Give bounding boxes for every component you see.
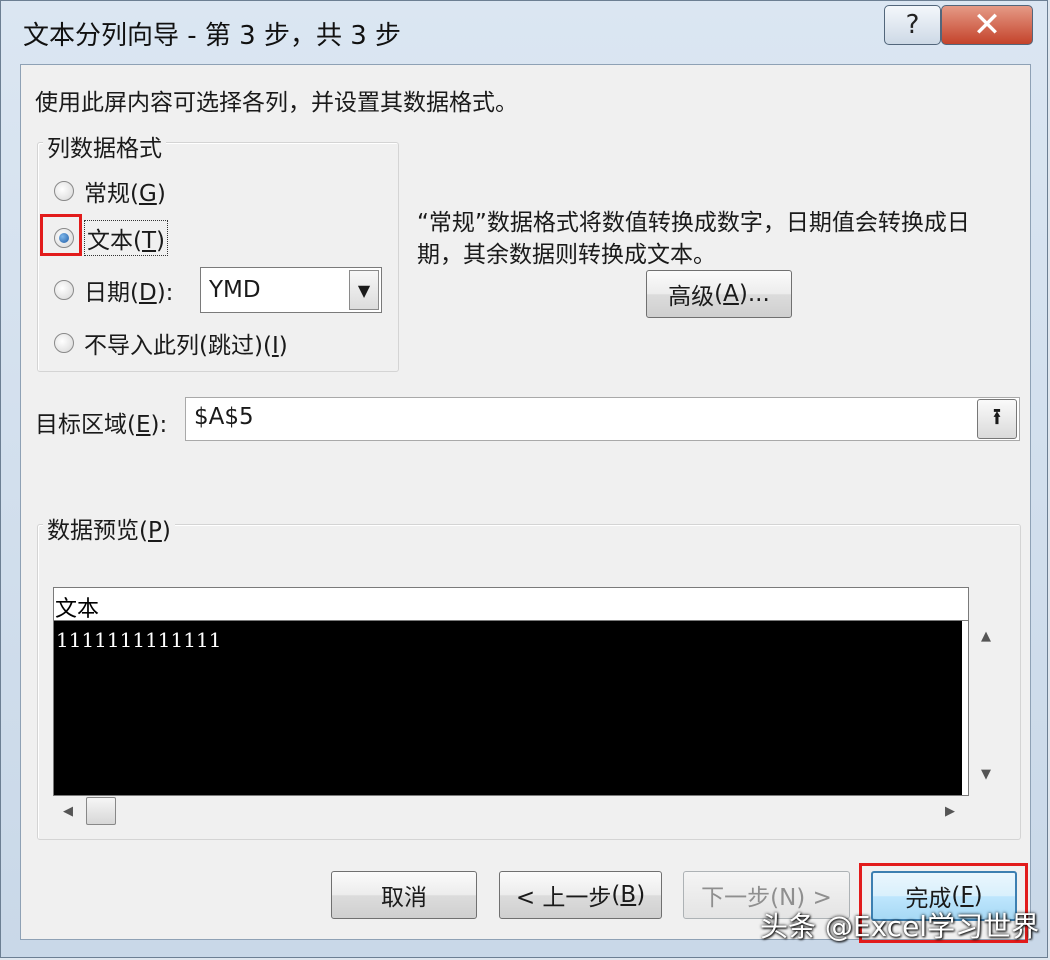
radio-skip-mnemonic: I xyxy=(271,333,279,359)
text-option-highlight xyxy=(40,214,82,256)
preview-column-header[interactable]: 文本 xyxy=(54,588,968,622)
close-icon: ✕ xyxy=(972,5,1002,45)
radio-date-label: 日期 xyxy=(84,280,130,306)
back-button[interactable]: < 上一步(B) xyxy=(499,871,662,919)
format-description-line1: “常规”数据格式将数值转换成数字，日期值会转换成日 xyxy=(417,210,970,236)
radio-text-mnemonic: T xyxy=(141,228,157,254)
radio-date-button[interactable] xyxy=(54,280,74,300)
radio-general-label: 常规 xyxy=(84,181,130,207)
scroll-right-icon[interactable]: ▶ xyxy=(945,804,955,819)
collapse-dialog-icon: ⭱ xyxy=(993,405,1001,430)
dialog-title: 文本分列向导 - 第 3 步，共 3 步 xyxy=(23,21,402,51)
help-icon: ? xyxy=(905,10,920,40)
help-button[interactable]: ? xyxy=(884,5,941,45)
preview-row: 1111111111111 xyxy=(56,628,222,652)
data-preview-grid[interactable]: 文本 1111111111111 xyxy=(53,587,969,796)
radio-skip[interactable]: 不导入此列(跳过)(I) xyxy=(54,326,288,360)
radio-skip-label: 不导入此列(跳过) xyxy=(84,333,263,359)
dialog-body: 使用此屏内容可选择各列，并设置其数据格式。 列数据格式 常规(G) 文本(T) … xyxy=(20,64,1031,940)
instruction-text: 使用此屏内容可选择各列，并设置其数据格式。 xyxy=(35,90,518,116)
cancel-button[interactable]: 取消 xyxy=(331,871,477,919)
title-bar[interactable]: 文本分列向导 - 第 3 步，共 3 步 ? ✕ xyxy=(1,1,1047,63)
date-format-select[interactable]: YMD ▼ xyxy=(200,267,382,313)
radio-skip-button[interactable] xyxy=(54,333,74,353)
collapse-dialog-button[interactable]: ⭱ xyxy=(977,399,1017,439)
scroll-left-icon[interactable]: ◀ xyxy=(63,804,73,819)
radio-text-label: 文本 xyxy=(87,228,133,254)
radio-date[interactable]: 日期(D): xyxy=(54,273,173,307)
radio-date-mnemonic: D xyxy=(138,280,157,306)
column-format-legend: 列数据格式 xyxy=(43,129,166,163)
date-format-value: YMD xyxy=(209,277,261,303)
close-button[interactable]: ✕ xyxy=(941,5,1033,45)
destination-value: $A$5 xyxy=(194,404,254,430)
scroll-down-icon[interactable]: ▼ xyxy=(981,767,991,782)
preview-horizontal-scrollbar[interactable]: ◀ ▶ xyxy=(53,796,969,828)
preview-legend: 数据预览(P) xyxy=(43,511,175,545)
dropdown-arrow-icon[interactable]: ▼ xyxy=(349,270,379,310)
advanced-button[interactable]: 高级(A)... xyxy=(646,270,792,318)
radio-general-mnemonic: G xyxy=(138,181,157,207)
preview-vertical-scrollbar[interactable]: ▲ ▼ xyxy=(969,587,1007,796)
radio-general-button[interactable] xyxy=(54,181,74,201)
destination-label: 目标区域(E): xyxy=(35,412,168,438)
watermark: 头条 @Excel学习世界 xyxy=(760,910,1040,943)
destination-input[interactable]: $A$5 ⭱ xyxy=(185,397,1020,441)
scroll-thumb[interactable] xyxy=(86,797,116,825)
scroll-up-icon[interactable]: ▲ xyxy=(981,629,991,644)
format-description-line2: 期，其余数据则转换成文本。 xyxy=(417,242,716,268)
radio-general[interactable]: 常规(G) xyxy=(54,174,166,208)
